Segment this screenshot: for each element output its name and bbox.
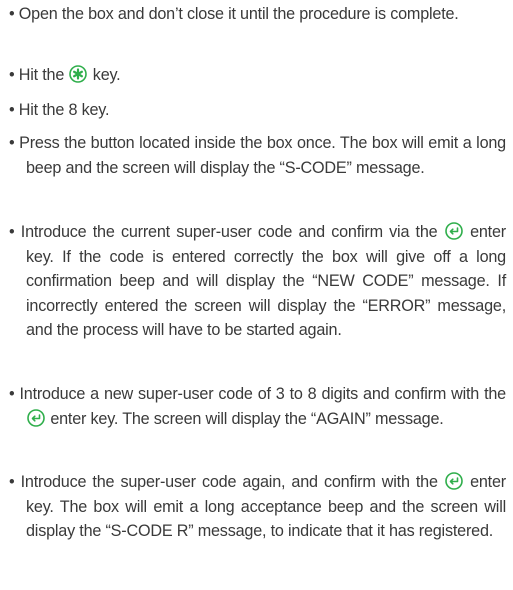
bullet: • — [9, 473, 15, 491]
instruction-text: • Open the box and don’t close it until … — [9, 5, 459, 23]
bullet: • — [9, 223, 15, 241]
instruction-item: • Introduce the current super-user code … — [0, 220, 506, 343]
instruction-text: • Hit the key. — [9, 65, 121, 84]
instruction-item: • Introduce the super-user code again, a… — [0, 470, 506, 544]
instruction-text: • Introduce the current super-user code … — [9, 222, 506, 340]
bullet: • — [9, 134, 15, 152]
bullet: • — [9, 101, 15, 119]
asterisk-key-icon — [69, 65, 88, 83]
enter-key-icon — [445, 472, 463, 490]
bullet: • — [9, 385, 15, 403]
instruction-item: • Hit the key. — [0, 63, 506, 88]
instruction-text: • Hit the 8 key. — [9, 101, 110, 119]
instruction-text: • Introduce the super-user code again, a… — [9, 472, 506, 541]
enter-key-icon — [27, 408, 45, 427]
enter-key-icon — [444, 222, 463, 240]
instruction-item: • Introduce a new super-user code of 3 t… — [0, 382, 506, 431]
bullet: • — [9, 5, 15, 23]
bullet: • — [9, 66, 15, 84]
instruction-text: • Press the button located inside the bo… — [9, 134, 506, 177]
instruction-text: • Introduce a new super-user code of 3 t… — [9, 385, 506, 428]
instruction-item: • Open the box and don’t close it until … — [0, 2, 506, 27]
instruction-item: • Press the button located inside the bo… — [0, 131, 506, 180]
instruction-item: • Hit the 8 key. — [0, 98, 506, 123]
